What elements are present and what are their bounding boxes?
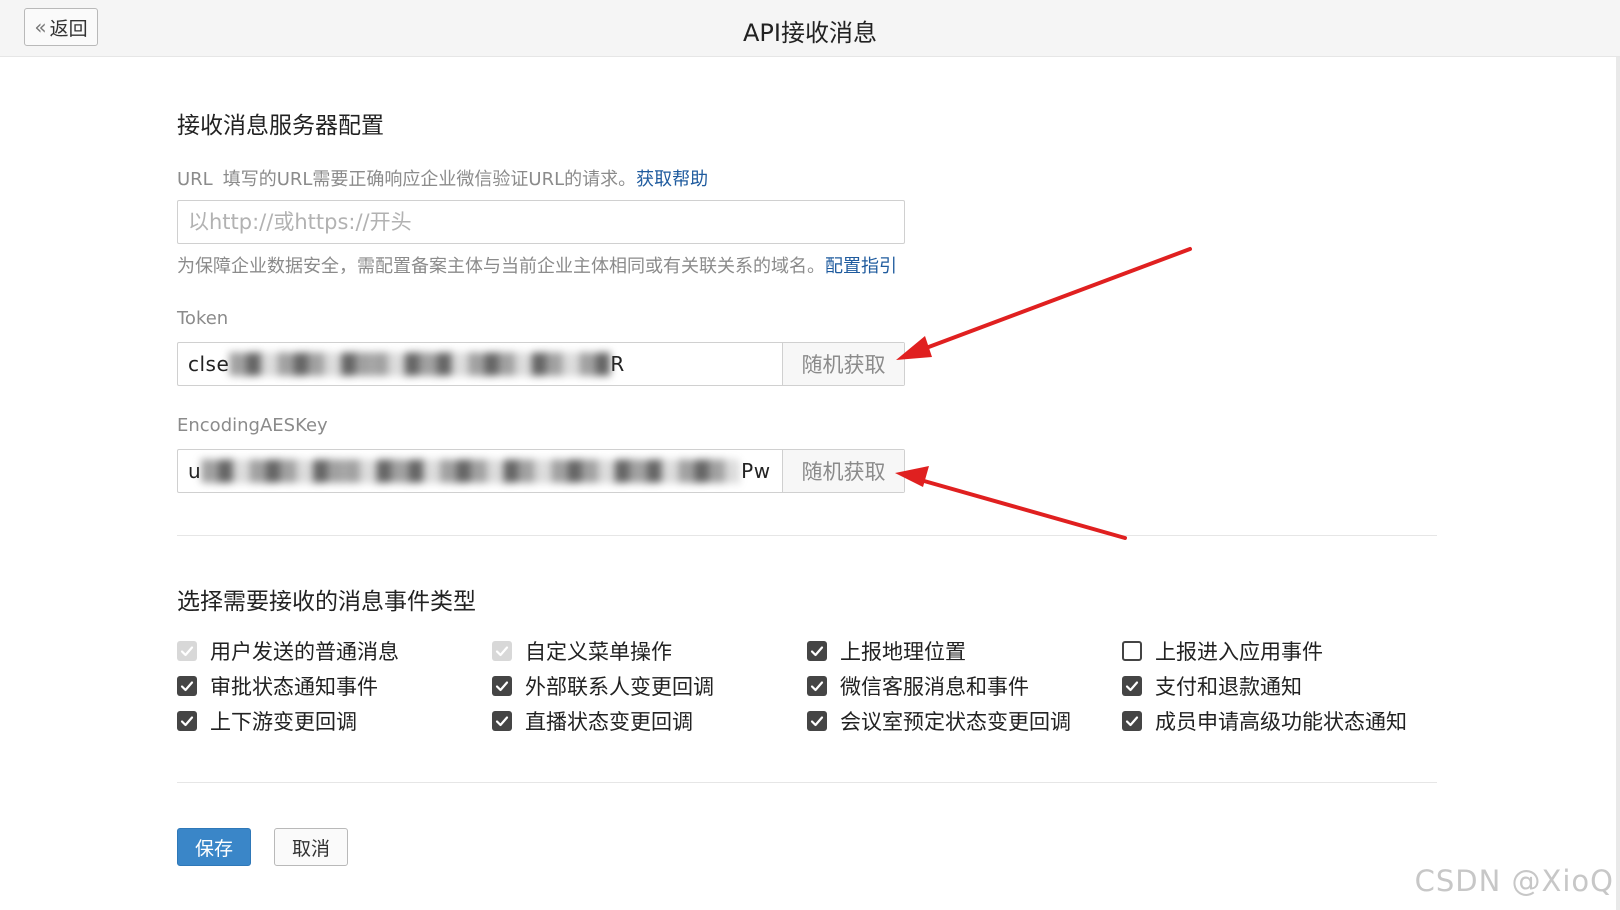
token-masked: ▒▓░▒▓▒░▓▒▒░▓▒▓░▒▓▒░▓▒░▒▓ [229, 352, 611, 376]
watermark: CSDN @XioQ [1414, 864, 1614, 898]
event-type-label: 会议室预定状态变更回调 [840, 710, 1071, 734]
event-type-checkbox-item[interactable]: 支付和退款通知 [1122, 671, 1302, 701]
aeskey-label: EncodingAESKey [177, 415, 328, 436]
url-hint: 填写的URL需要正确响应企业微信验证URL的请求。 [222, 169, 637, 190]
config-guide-link[interactable]: 配置指引 [825, 256, 897, 277]
checkbox-checked-icon[interactable] [492, 676, 512, 696]
event-type-checkbox-item[interactable]: 直播状态变更回调 [492, 706, 693, 736]
checkbox-checked-icon[interactable] [807, 676, 827, 696]
event-type-label: 上下游变更回调 [210, 710, 357, 734]
event-type-checkbox-item[interactable]: 外部联系人变更回调 [492, 671, 714, 701]
event-type-label: 用户发送的普通消息 [210, 640, 399, 664]
event-type-label: 微信客服消息和事件 [840, 675, 1029, 699]
token-generate-button[interactable]: 随机获取 [782, 343, 904, 385]
token-label: Token [177, 308, 229, 329]
server-config-title: 接收消息服务器配置 [177, 113, 384, 139]
save-button[interactable]: 保存 [177, 828, 251, 866]
scrollbar[interactable] [1616, 57, 1620, 910]
arrow-to-aeskey-button [895, 466, 1127, 540]
event-type-checkbox-item[interactable]: 微信客服消息和事件 [807, 671, 1029, 701]
event-type-checkbox-item: 用户发送的普通消息 [177, 636, 399, 666]
url-help-link[interactable]: 获取帮助 [636, 169, 708, 190]
aeskey-value-suffix: Pw [741, 459, 771, 483]
checkbox-checked-icon[interactable] [177, 711, 197, 731]
url-input[interactable] [177, 200, 905, 244]
aeskey-field: u ▒▓░▒▓▒░▓▒▒░▓▒▓░▒▓▒░▓▒░▒▓▒░▓▒▓░▒▓▒░ Pw … [177, 449, 905, 493]
url-label: URL [177, 169, 213, 190]
checkbox-checked-icon [492, 641, 512, 661]
event-type-checkbox-item[interactable]: 上报地理位置 [807, 636, 966, 666]
domain-note: 为保障企业数据安全，需配置备案主体与当前企业主体相同或有关联关系的域名。 [177, 256, 825, 277]
url-label-row: URL 填写的URL需要正确响应企业微信验证URL的请求。获取帮助 [177, 165, 708, 191]
checkbox-checked-icon [177, 641, 197, 661]
event-type-label: 上报进入应用事件 [1155, 640, 1323, 664]
event-type-label: 审批状态通知事件 [210, 675, 378, 699]
section-divider [177, 535, 1437, 536]
event-type-label: 上报地理位置 [840, 640, 966, 664]
cancel-button[interactable]: 取消 [274, 828, 348, 866]
top-bar: « 返回 API接收消息 [0, 0, 1620, 57]
token-input[interactable]: clse ▒▓░▒▓▒░▓▒▒░▓▒▓░▒▓▒░▓▒░▒▓ R [178, 343, 782, 385]
aeskey-value-prefix: u [188, 459, 202, 483]
checkbox-checked-icon[interactable] [177, 676, 197, 696]
checkbox-checked-icon[interactable] [807, 641, 827, 661]
actions-divider [177, 782, 1437, 783]
domain-note-row: 为保障企业数据安全，需配置备案主体与当前企业主体相同或有关联关系的域名。配置指引 [177, 252, 897, 278]
event-type-checkbox-item[interactable]: 上报进入应用事件 [1122, 636, 1323, 666]
token-field: clse ▒▓░▒▓▒░▓▒▒░▓▒▓░▒▓▒░▓▒░▒▓ R 随机获取 [177, 342, 905, 386]
event-type-checkbox-item[interactable]: 成员申请高级功能状态通知 [1122, 706, 1407, 736]
event-type-label: 自定义菜单操作 [525, 640, 672, 664]
checkbox-unchecked-icon[interactable] [1122, 641, 1142, 661]
arrow-to-token-button [896, 247, 1192, 360]
event-type-label: 外部联系人变更回调 [525, 675, 714, 699]
event-type-checkbox-item[interactable]: 上下游变更回调 [177, 706, 357, 736]
event-types-title: 选择需要接收的消息事件类型 [177, 589, 476, 615]
event-type-label: 成员申请高级功能状态通知 [1155, 710, 1407, 734]
event-type-checkbox-item[interactable]: 审批状态通知事件 [177, 671, 378, 701]
checkbox-checked-icon[interactable] [807, 711, 827, 731]
token-value-suffix: R [610, 352, 625, 376]
checkbox-checked-icon[interactable] [1122, 711, 1142, 731]
aeskey-masked: ▒▓░▒▓▒░▓▒▒░▓▒▓░▒▓▒░▓▒░▒▓▒░▓▒▓░▒▓▒░ [201, 459, 742, 483]
page-title: API接收消息 [743, 19, 877, 47]
event-type-label: 直播状态变更回调 [525, 710, 693, 734]
event-type-checkbox-item[interactable]: 会议室预定状态变更回调 [807, 706, 1071, 736]
token-value-prefix: clse [188, 352, 230, 376]
checkbox-checked-icon[interactable] [1122, 676, 1142, 696]
aeskey-generate-button[interactable]: 随机获取 [782, 450, 904, 492]
event-type-checkbox-item: 自定义菜单操作 [492, 636, 672, 666]
event-type-label: 支付和退款通知 [1155, 675, 1302, 699]
aeskey-input[interactable]: u ▒▓░▒▓▒░▓▒▒░▓▒▓░▒▓▒░▓▒░▒▓▒░▓▒▓░▒▓▒░ Pw [178, 450, 782, 492]
checkbox-checked-icon[interactable] [492, 711, 512, 731]
